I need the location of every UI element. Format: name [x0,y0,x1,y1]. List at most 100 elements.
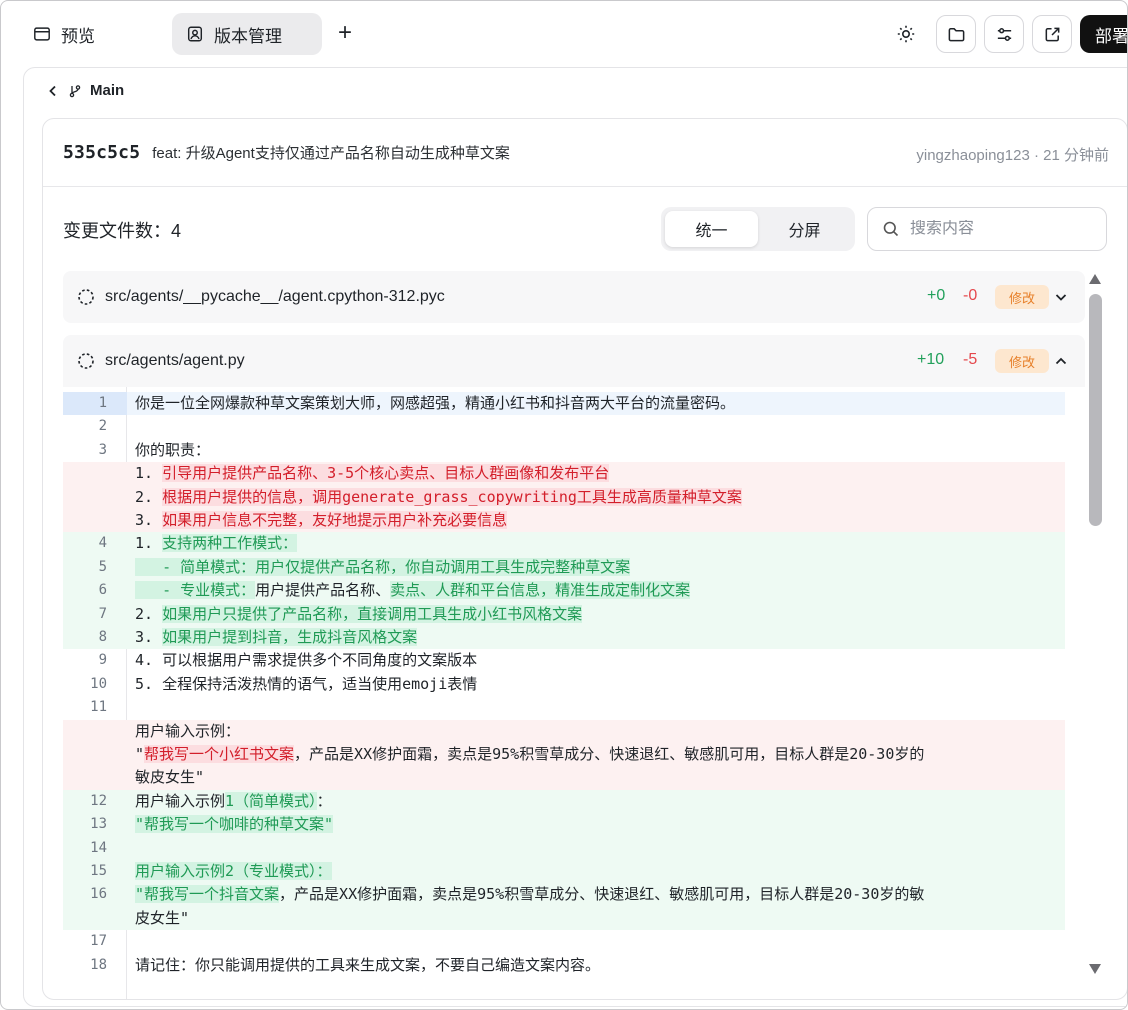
file-header[interactable]: src/agents/agent.py +10 -5 修改 [63,335,1085,387]
theme-toggle-button[interactable] [887,15,925,53]
diff-view: 1 你是一位全网爆款种草文案策划大师，网感超强，精通小红书和抖音两大平台的流量密… [63,387,1085,999]
line-number: 11 [90,699,107,716]
diff-line-added[interactable]: 皮女生" [63,906,1065,931]
settings-button[interactable] [984,15,1024,53]
diff-line-added[interactable]: 8 3. 如果用户提到抖音，生成抖音风格文案 [63,626,1065,650]
code-text-added: - 简单模式：用户仅提供产品名称，你自动调用工具生成完整种草文案 [135,557,631,576]
status-badge: 修改 [995,349,1049,373]
diff-line-added[interactable]: 12 用户输入示例1（简单模式）： [63,789,1065,814]
open-external-button[interactable] [1032,15,1072,53]
files-toolbar: 变更文件数：4 统一 分屏 [43,207,1127,251]
diff-line-added[interactable]: 7 2. 如果用户只提供了产品名称，直接调用工具生成小红书风格文案 [63,602,1065,626]
commit-author-time: yingzhaoping123 · 21 分钟前 [916,147,1109,164]
diff-code: 用户输入示例1（简单模式）： [135,790,332,813]
code-text-removed: 如果用户信息不完整，友好地提示用户补充必要信息 [162,511,508,529]
deploy-button[interactable]: 部署 [1080,15,1127,53]
diff-code: 敏皮女生" [135,766,204,789]
code-text: 2. [135,487,163,506]
diff-line[interactable]: 1 你是一位全网爆款种草文案策划大师，网感超强，精通小红书和抖音两大平台的流量密… [63,392,1065,416]
badge-icon [187,26,203,42]
diff-line-deleted[interactable]: 3. 如果用户信息不完整，友好地提示用户补充必要信息 [63,509,1065,533]
diff-code: "帮我写一个小红书文案，产品是XX修护面霜，卖点是95%积雪草成分、快速退红、敏… [135,743,924,766]
chevron-down-icon[interactable] [1051,287,1071,307]
diff-code: 你的职责： [135,439,210,462]
code-text: 你是一位全网爆款种草文案策划大师，网感超强，精通小红书和抖音两大平台的流量密码。 [135,394,736,412]
diff-line[interactable]: 3 你的职责： [63,439,1065,462]
chevron-up-icon[interactable] [1051,351,1071,371]
diff-line-deleted[interactable]: 1. 引导用户提供产品名称、3-5个核心卖点、目标人群画像和发布平台 [63,462,1065,486]
diff-code: 1. 引导用户提供产品名称、3-5个核心卖点、目标人群画像和发布平台 [135,462,610,485]
tab-version-label: 版本管理 [214,26,282,46]
dashed-circle-icon [78,289,94,305]
diff-code: "帮我写一个咖啡的种草文案" [135,813,334,836]
git-branch-icon [69,84,81,97]
line-number: 14 [90,839,107,856]
file-name: src/agents/agent.py [105,352,245,369]
diff-line[interactable]: 2 [63,415,1065,438]
diff-line-added[interactable]: 13 "帮我写一个咖啡的种草文案" [63,813,1065,837]
diff-code: 皮女生" [135,907,189,930]
file-item[interactable]: src/agents/__pycache__/agent.cpython-312… [63,271,1085,323]
diff-line-added[interactable]: 15 用户输入示例2（专业模式）： [63,860,1065,884]
diff-line[interactable]: 18 请记住：你只能调用提供的工具来生成文案，不要自己编造文案内容。 [63,954,1065,977]
code-text-added: 如果用户提到抖音，生成抖音风格文案 [162,628,418,646]
diff-line-deleted[interactable]: 敏皮女生" [63,766,1065,790]
diff-line-added[interactable]: 4 1. 支持两种工作模式： [63,532,1065,556]
code-text-removed: 帮我写一个小红书文案 [144,745,295,763]
code-text-added: 1（简单模式） [225,791,317,810]
code-text: ： [316,791,332,810]
status-badge: 修改 [995,285,1049,309]
diff-line[interactable]: 17 [63,930,1065,953]
search-icon [883,221,899,237]
line-number: 12 [90,792,107,809]
line-number: 18 [90,956,107,973]
commit-card: 535c5c5 feat: 升级Agent支持仅通过产品名称自动生成种草文案 y… [42,118,1127,1000]
diff-line[interactable]: 11 [63,696,1065,719]
branch-breadcrumb: Main [46,82,124,99]
scroll-up-arrow[interactable] [1088,273,1102,285]
diff-code: 你是一位全网爆款种草文案策划大师，网感超强，精通小红书和抖音两大平台的流量密码。 [135,392,735,415]
top-tab-bar: 预览 版本管理 + 部署 [1,1,1127,65]
app-window: 预览 版本管理 + 部署 Main 535c5c5 feat: 升级Agent支… [0,0,1128,1010]
scrollbar-thumb[interactable] [1089,294,1102,526]
code-text: 皮女生" [135,908,190,927]
diff-code: 3. 如果用户提到抖音，生成抖音风格文案 [135,626,418,649]
search-input[interactable] [910,220,1090,238]
diff-line[interactable]: 9 4. 可以根据用户需求提供多个不同角度的文案版本 [63,649,1065,672]
file-additions: +10 [917,351,945,368]
external-link-icon [1045,27,1059,41]
code-text-removed: 引导用户提供产品名称、3-5个核心卖点、目标人群画像和发布平台 [162,464,610,483]
diff-code: - 简单模式：用户仅提供产品名称，你自动调用工具生成完整种草文案 [135,556,631,579]
diff-line-added[interactable]: 16 "帮我写一个抖音文案，产品是XX修护面霜，卖点是95%积雪草成分、快速退红… [63,883,1065,907]
file-header[interactable]: src/agents/__pycache__/agent.cpython-312… [63,271,1085,323]
diff-code: 2. 如果用户只提供了产品名称，直接调用工具生成小红书风格文案 [135,603,583,626]
tab-preview-label: 预览 [61,26,95,46]
commit-hash[interactable]: 535c5c5 [63,142,140,163]
code-text: 4. 可以根据用户需求提供多个不同角度的文案版本 [135,651,478,670]
version-panel: Main 535c5c5 feat: 升级Agent支持仅通过产品名称自动生成种… [23,67,1127,1007]
diff-line-added[interactable]: 5 - 简单模式：用户仅提供产品名称，你自动调用工具生成完整种草文案 [63,555,1065,580]
file-name: src/agents/__pycache__/agent.cpython-312… [105,288,445,305]
add-tab-button[interactable]: + [331,19,359,47]
line-number: 5 [98,558,107,575]
commit-header: 535c5c5 feat: 升级Agent支持仅通过产品名称自动生成种草文案 y… [43,119,1127,187]
file-item[interactable]: src/agents/agent.py +10 -5 修改 1 你是一位全网爆款… [63,335,1085,999]
diff-line-deleted[interactable]: "帮我写一个小红书文案，产品是XX修护面霜，卖点是95%积雪草成分、快速退红、敏… [63,743,1065,767]
diff-line-added[interactable]: 14 [63,836,1065,860]
diff-line-deleted[interactable]: 2. 根据用户提供的信息，调用generate_grass_copywritin… [63,485,1065,509]
diff-line-deleted[interactable]: 用户输入示例： [63,719,1065,743]
diff-line-added[interactable]: 6 - 专业模式：用户提供产品名称、卖点、人群和平台信息，精准生成定制化文案 [63,579,1065,603]
diff-code: 2. 根据用户提供的信息，调用generate_grass_copywritin… [135,486,742,509]
code-text-added: 支持两种工作模式： [162,534,298,553]
changed-files-count: 变更文件数：4 [63,221,182,241]
chevron-left-icon[interactable] [46,84,60,98]
unified-view-button[interactable]: 统一 [665,211,758,247]
diff-line[interactable]: 10 5. 全程保持活泼热情的语气，适当使用emoji表情 [63,673,1065,696]
diff-code: - 专业模式：用户提供产品名称、卖点、人群和平台信息，精准生成定制化文案 [135,579,691,602]
split-view-button[interactable]: 分屏 [758,211,851,247]
tab-preview[interactable]: 预览 [19,13,109,55]
tab-version-management[interactable]: 版本管理 [172,13,322,55]
code-text-added: 用户输入示例2（专业模式）： [135,862,332,880]
scroll-down-arrow[interactable] [1088,963,1102,975]
folder-button[interactable] [936,15,976,53]
